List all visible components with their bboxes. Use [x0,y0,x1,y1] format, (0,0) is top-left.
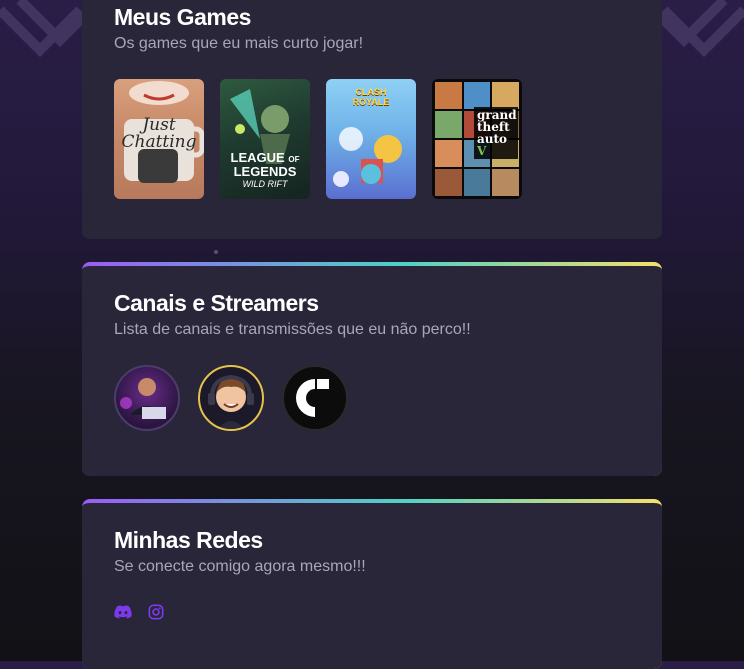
league-text-4: WILD RIFT [242,179,288,189]
social-title: Minhas Redes [114,527,263,553]
streamer-1-art [120,378,166,419]
league-text-3: LEGENDS [233,164,297,179]
games-title: Meus Games [114,4,251,30]
games-list: Just Chatting LEAGUE OF LEGENDS WILD RIF… [114,79,662,199]
game-card-clash-royale[interactable]: CLASH ROYALE [326,79,416,199]
streamers-title: Canais e Streamers [114,290,319,316]
social-subtitle: Se conecte comigo agora mesmo!!! [114,558,366,575]
streamers-list [114,365,662,431]
game-card-gta-v[interactable]: grand theft auto V [432,79,522,199]
streamer-2-art [208,374,254,429]
games-card: Meus Games Os games que eu mais curto jo… [82,0,662,239]
gta-text-4: V [477,144,487,158]
decorative-dot [214,250,218,254]
game-card-just-chatting[interactable]: Just Chatting [114,79,204,199]
clash-royale-text-1: CLASH [355,87,387,97]
clash-royale-text-2: ROYALE [352,97,390,107]
streamers-subtitle: Lista de canais e transmissões que eu nã… [114,321,471,338]
streamer-avatar-3[interactable] [282,365,348,431]
streamers-card: Canais e Streamers Lista de canais e tra… [82,262,662,476]
social-links [114,604,662,620]
league-text-2: OF [288,155,300,164]
game-card-league-of-legends[interactable]: LEAGUE OF LEGENDS WILD RIFT [220,79,310,199]
games-subtitle: Os games que eu mais curto jogar! [114,35,364,52]
instagram-icon[interactable] [148,604,164,620]
streamer-avatar-1[interactable] [114,365,180,431]
league-text-1: LEAGUE [230,150,285,165]
streamer-3-logo-icon [296,379,329,417]
streamer-avatar-2[interactable] [198,365,264,431]
just-chatting-text-2: Chatting [121,132,197,152]
discord-icon[interactable] [114,605,132,619]
social-card: Minhas Redes Se conecte comigo agora mes… [82,499,662,669]
